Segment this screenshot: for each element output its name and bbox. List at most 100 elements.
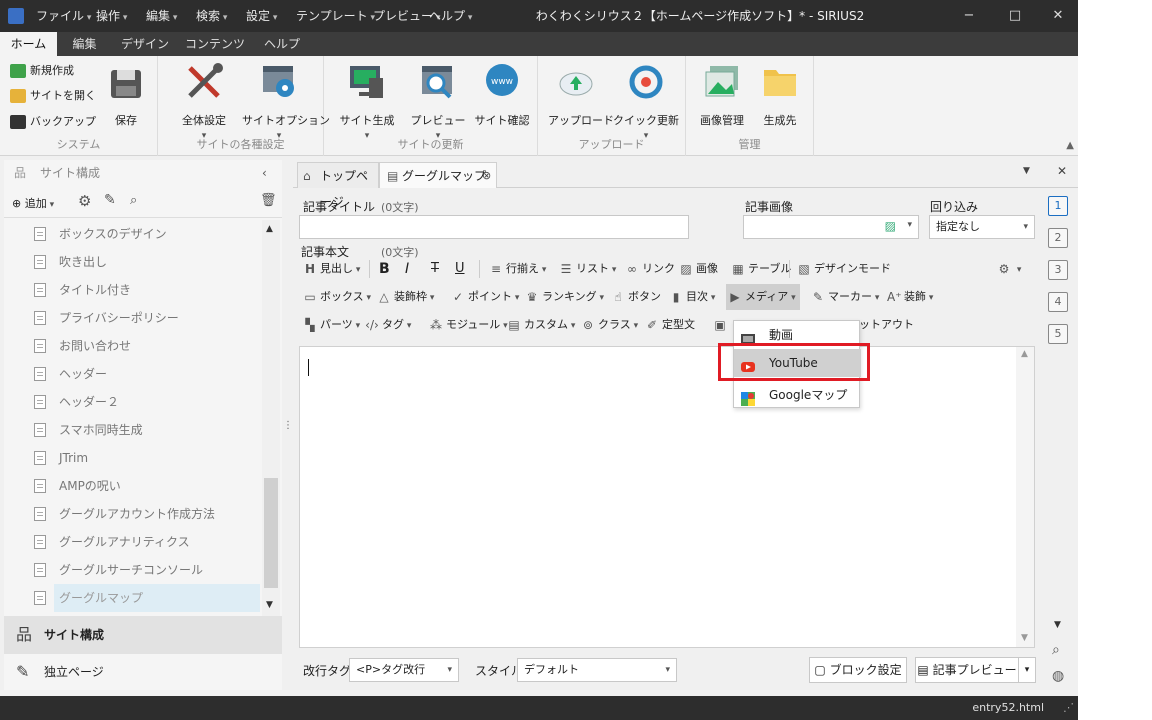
- list-button[interactable]: ☰ リスト: [559, 256, 616, 282]
- tab-design[interactable]: デザイン: [112, 32, 178, 56]
- layout-button[interactable]: ▣: [713, 312, 730, 338]
- marker-button[interactable]: ✎ マーカー: [811, 284, 879, 310]
- image-manager-button[interactable]: 画像管理: [694, 62, 750, 128]
- side-tab-3[interactable]: 3: [1048, 260, 1068, 280]
- point-button[interactable]: ✓ ポイント: [451, 284, 519, 310]
- collapse-pane-icon[interactable]: ‹: [262, 160, 267, 186]
- preview-button[interactable]: プレビュー: [408, 62, 468, 141]
- generate-site-button[interactable]: サイト生成: [334, 62, 400, 141]
- media-button[interactable]: ▶ メディア: [726, 284, 800, 310]
- nav-site-structure[interactable]: 品 サイト構成: [4, 616, 282, 654]
- search-icon[interactable]: ⌕: [1052, 642, 1060, 658]
- tag-button[interactable]: ‹/› タグ: [365, 312, 411, 338]
- check-site-button[interactable]: www サイト確認: [474, 62, 530, 128]
- new-site-button[interactable]: 新規作成: [10, 60, 74, 82]
- wrap-select[interactable]: 指定なし: [929, 215, 1035, 239]
- strike-button[interactable]: T: [431, 256, 439, 282]
- tree-scrollbar[interactable]: ▲ ▼: [262, 220, 280, 616]
- table-button[interactable]: ▦ テーブル: [731, 256, 791, 282]
- resize-grip-icon[interactable]: ⋰: [1063, 701, 1074, 714]
- tree-item[interactable]: JTrim: [4, 444, 262, 472]
- decor-frame-button[interactable]: △ 装飾枠: [377, 284, 434, 310]
- underline-button[interactable]: U: [455, 256, 465, 282]
- link-button[interactable]: ∞ リンク: [625, 256, 675, 282]
- tree-item[interactable]: 吹き出し: [4, 248, 262, 276]
- align-button[interactable]: ≡ 行揃え: [489, 256, 546, 282]
- side-tab-4[interactable]: 4: [1048, 292, 1068, 312]
- toolbar-settings-button[interactable]: ⚙: [997, 256, 1021, 282]
- app-logo-icon[interactable]: [8, 8, 24, 24]
- heading-button[interactable]: H 見出し: [303, 256, 360, 282]
- quick-update-button[interactable]: クイック更新: [612, 62, 680, 141]
- scroll-down-icon[interactable]: ▼: [1021, 633, 1028, 643]
- chevron-down-icon[interactable]: ▾: [907, 220, 912, 230]
- scroll-down-icon[interactable]: ▼: [1054, 620, 1061, 630]
- box-button[interactable]: ▭ ボックス: [303, 284, 371, 310]
- nav-standalone-pages[interactable]: ✎ 独立ページ: [4, 654, 282, 690]
- menu-operation[interactable]: 操作: [96, 0, 127, 32]
- scroll-down-icon[interactable]: ▼: [266, 600, 273, 610]
- tree-item[interactable]: プライバシーポリシー: [4, 304, 262, 332]
- pencil-icon[interactable]: ✎: [104, 192, 116, 208]
- style-select[interactable]: デフォルト: [517, 658, 677, 682]
- tree-item[interactable]: タイトル付き: [4, 276, 262, 304]
- design-mode-button[interactable]: ▧ デザインモード: [797, 256, 891, 282]
- tab-top-page[interactable]: ⌂ トップページ: [297, 162, 379, 209]
- class-button[interactable]: ⊚ クラス: [581, 312, 638, 338]
- menu-file[interactable]: ファイル: [36, 0, 91, 32]
- output-folder-button[interactable]: 生成先: [754, 62, 806, 128]
- newline-tag-select[interactable]: <P>タグ改行: [349, 658, 459, 682]
- tree-item[interactable]: グーグルアナリティクス: [4, 528, 262, 556]
- image-input[interactable]: ▨ ▾: [743, 215, 919, 239]
- tree-item[interactable]: グーグルサーチコンソール: [4, 556, 262, 584]
- gear-icon[interactable]: ⚙: [78, 192, 91, 210]
- collapse-ribbon-icon[interactable]: ▲: [1066, 140, 1074, 151]
- minimize-button[interactable]: −: [946, 0, 992, 32]
- decoration-button[interactable]: A⁺ 装飾: [887, 284, 933, 310]
- search-icon[interactable]: ⌕: [130, 193, 137, 208]
- pane-splitter[interactable]: ⋮: [283, 420, 293, 434]
- toc-button[interactable]: ▮ 目次: [669, 284, 715, 310]
- module-button[interactable]: ⁂ モジュール: [429, 312, 508, 338]
- save-button[interactable]: 保存: [106, 62, 146, 128]
- title-input[interactable]: [299, 215, 689, 239]
- tree-item[interactable]: ボックスのデザイン: [4, 220, 262, 248]
- layout-label-partial[interactable]: ットアウト: [859, 312, 914, 338]
- maximize-button[interactable]: □: [992, 0, 1038, 32]
- open-site-button[interactable]: サイトを開く: [10, 85, 96, 107]
- tree-item[interactable]: ヘッダー: [4, 360, 262, 388]
- article-body-editor[interactable]: ▲ ▼: [299, 346, 1035, 648]
- image-add-icon[interactable]: ▨: [885, 219, 896, 233]
- editor-scrollbar[interactable]: ▲ ▼: [1016, 347, 1034, 647]
- trash-icon[interactable]: 🗑: [260, 193, 277, 208]
- scroll-up-icon[interactable]: ▲: [266, 224, 273, 234]
- site-options-button[interactable]: サイトオプション: [242, 62, 330, 141]
- scroll-up-icon[interactable]: ▲: [1021, 349, 1028, 359]
- tree-item[interactable]: グーグルアカウント作成方法: [4, 500, 262, 528]
- tree-item[interactable]: お問い合わせ: [4, 332, 262, 360]
- image-button[interactable]: ▨ 画像: [679, 256, 718, 282]
- tab-google-map[interactable]: ▤ グーグルマップ ⊗: [379, 162, 497, 188]
- tree-item-selected[interactable]: グーグルマップ: [4, 584, 262, 612]
- menu-item-google-map[interactable]: Googleマップ: [734, 381, 861, 409]
- globe-icon[interactable]: ◍: [1052, 668, 1064, 684]
- article-preview-button[interactable]: ▤ 記事プレビュー: [915, 657, 1019, 683]
- close-button[interactable]: ✕: [1038, 0, 1078, 32]
- tab-edit[interactable]: 編集: [57, 32, 112, 56]
- menu-settings[interactable]: 設定: [246, 0, 277, 32]
- scrollbar-thumb[interactable]: [264, 478, 278, 588]
- side-tab-1[interactable]: 1: [1048, 196, 1068, 216]
- block-settings-button[interactable]: ▢ ブロック設定: [809, 657, 907, 683]
- menu-help[interactable]: ヘルプ: [429, 0, 472, 32]
- close-pane-icon[interactable]: ✕: [1057, 164, 1067, 178]
- article-preview-dropdown[interactable]: ▾: [1018, 657, 1036, 683]
- menu-edit[interactable]: 編集: [146, 0, 177, 32]
- bold-button[interactable]: B: [379, 256, 390, 282]
- upload-button[interactable]: アップロード: [548, 62, 614, 128]
- backup-button[interactable]: バックアップ: [10, 111, 96, 133]
- tree-item[interactable]: ヘッダー２: [4, 388, 262, 416]
- side-tab-5[interactable]: 5: [1048, 324, 1068, 344]
- tab-help[interactable]: ヘルプ: [252, 32, 312, 56]
- side-tab-2[interactable]: 2: [1048, 228, 1068, 248]
- tab-home[interactable]: ホーム: [0, 32, 57, 56]
